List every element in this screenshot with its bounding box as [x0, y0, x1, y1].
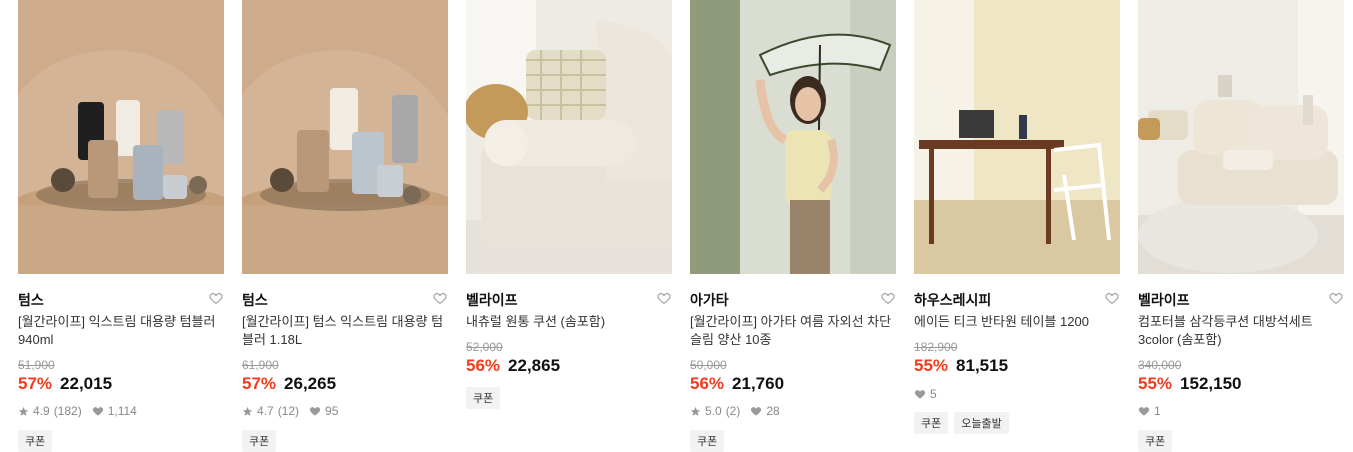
- coupon-tag: 쿠폰: [914, 412, 949, 434]
- rating-value: 4.9: [33, 404, 50, 418]
- product-image[interactable]: [242, 0, 448, 274]
- product-title[interactable]: [월간라이프] 익스트림 대용량 텀블러 940ml: [18, 313, 224, 349]
- brand-name[interactable]: 텀스: [242, 290, 268, 310]
- brand-name[interactable]: 벨라이프: [466, 290, 518, 310]
- coupon-tag: 쿠폰: [466, 387, 501, 409]
- rating-value: 4.7: [257, 404, 274, 418]
- original-price: 51,900: [18, 358, 55, 372]
- product-image[interactable]: [914, 0, 1120, 274]
- brand-name[interactable]: 텀스: [18, 290, 44, 310]
- price-row: 55% 81,515: [914, 356, 1008, 376]
- coupon-tag: 쿠폰: [18, 430, 53, 452]
- tag-list: 쿠폰: [1138, 430, 1173, 452]
- price-row: 57% 26,265: [242, 374, 336, 394]
- product-title[interactable]: [월간라이프] 텀스 익스트림 대용량 텀블러 1.18L: [242, 313, 448, 349]
- original-price: 61,900: [242, 358, 279, 372]
- heart-icon[interactable]: [1328, 290, 1344, 306]
- star-icon: [690, 406, 701, 416]
- coupon-tag: 쿠폰: [690, 430, 725, 452]
- product-stats: 1: [1138, 404, 1161, 418]
- tag-list: 쿠폰: [18, 430, 53, 452]
- tag-list: 쿠폰 오늘출발: [914, 412, 1009, 434]
- heart-icon[interactable]: [880, 290, 896, 306]
- product-stats: 4.9 (182) 1,114: [18, 404, 137, 418]
- review-count: (12): [277, 404, 300, 418]
- original-price: 52,000: [466, 340, 503, 354]
- coupon-tag: 쿠폰: [242, 430, 277, 452]
- brand-name[interactable]: 아가타: [690, 290, 729, 310]
- discount-rate: 56%: [690, 374, 725, 393]
- brand-name[interactable]: 하우스레시피: [914, 290, 991, 310]
- like-heart-icon: [751, 407, 762, 416]
- review-count: (182): [53, 404, 82, 418]
- star-icon: [18, 406, 29, 416]
- heart-icon[interactable]: [208, 290, 224, 306]
- product-title[interactable]: [월간라이프] 아가타 여름 자외선 차단 슬림 양산 10종: [690, 313, 896, 349]
- product-title[interactable]: 컴포터블 삼각등쿠션 대방석세트 3color (솜포함): [1138, 313, 1344, 349]
- original-price: 182,900: [914, 340, 958, 354]
- product-title[interactable]: 에이든 티크 반타원 테이블 1200: [914, 313, 1120, 331]
- product-stats: 5.0 (2) 28: [690, 404, 780, 418]
- price-row: 56% 21,760: [690, 374, 784, 394]
- coupon-tag: 쿠폰: [1138, 430, 1173, 452]
- product-image[interactable]: [690, 0, 896, 274]
- tag-list: 쿠폰: [242, 430, 277, 452]
- discount-rate: 55%: [914, 356, 949, 375]
- like-heart-icon: [1138, 407, 1150, 416]
- like-heart-icon: [309, 407, 321, 416]
- original-price: 340,000: [1138, 358, 1182, 372]
- product-stats: 5: [914, 387, 937, 401]
- like-heart-icon: [92, 407, 103, 416]
- brand-name[interactable]: 벨라이프: [1138, 290, 1190, 310]
- star-icon: [242, 406, 253, 416]
- sale-price: 22,015: [60, 374, 113, 393]
- like-count: 28: [766, 404, 780, 418]
- product-image[interactable]: [18, 0, 224, 274]
- tag-list: 쿠폰: [690, 430, 725, 452]
- heart-icon[interactable]: [432, 290, 448, 306]
- sale-price: 22,865: [508, 356, 561, 375]
- price-row: 57% 22,015: [18, 374, 112, 394]
- sale-price: 152,150: [1180, 374, 1242, 393]
- original-price: 50,000: [690, 358, 727, 372]
- like-count: 1,114: [107, 404, 137, 418]
- tag-list: 쿠폰: [466, 387, 501, 409]
- discount-rate: 56%: [466, 356, 501, 375]
- discount-rate: 57%: [18, 374, 53, 393]
- price-row: 56% 22,865: [466, 356, 560, 376]
- rating-value: 5.0: [705, 404, 722, 418]
- heart-icon[interactable]: [656, 290, 672, 306]
- like-count: 95: [325, 404, 339, 418]
- sale-price: 26,265: [284, 374, 337, 393]
- product-title[interactable]: 내츄럴 원통 쿠션 (솜포함): [466, 313, 672, 331]
- product-image[interactable]: [466, 0, 672, 274]
- discount-rate: 55%: [1138, 374, 1173, 393]
- sale-price: 81,515: [956, 356, 1009, 375]
- discount-rate: 57%: [242, 374, 277, 393]
- ships-today-tag: 오늘출발: [954, 412, 1009, 434]
- review-count: (2): [725, 404, 741, 418]
- like-count: 1: [1154, 404, 1161, 418]
- sale-price: 21,760: [732, 374, 785, 393]
- product-image[interactable]: [1138, 0, 1344, 274]
- price-row: 55% 152,150: [1138, 374, 1241, 394]
- like-heart-icon: [914, 390, 926, 399]
- like-count: 5: [930, 387, 937, 401]
- heart-icon[interactable]: [1104, 290, 1120, 306]
- product-stats: 4.7 (12) 95: [242, 404, 338, 418]
